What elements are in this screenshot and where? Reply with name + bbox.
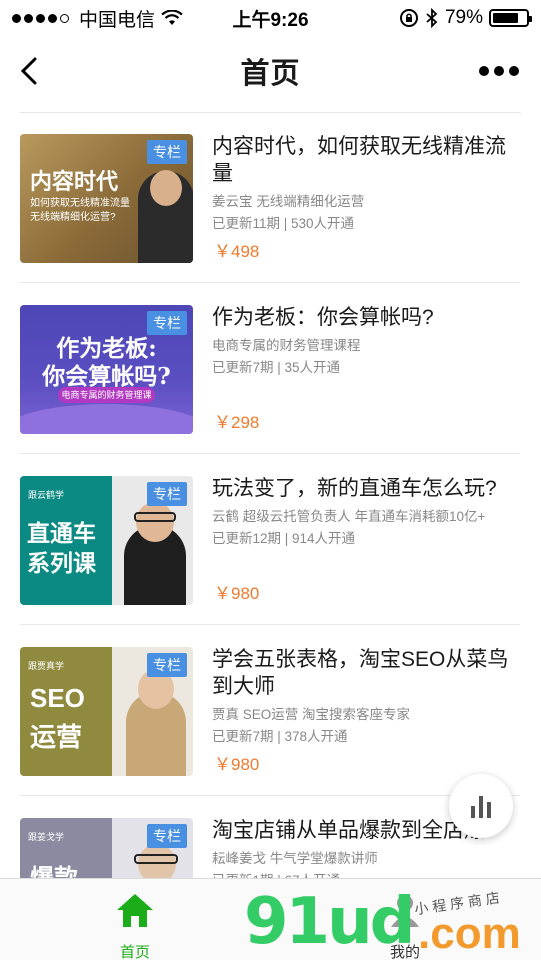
cover-line: 无线端精细化运营? — [30, 212, 116, 223]
course-meta: 已更新7期 | 35人开通 — [212, 360, 341, 375]
course-cover-image[interactable]: 跟贾真学 SEO 运营 专栏 — [20, 647, 193, 776]
watermark-text: 91ud — [244, 885, 415, 959]
column-tag-badge: 专栏 — [147, 140, 187, 164]
course-item[interactable]: 跟姜戈学 爆款 专栏 淘宝店铺从单品爆款到全店爆 耘峰姜戈 牛气学堂爆款讲师 已… — [20, 797, 520, 878]
battery-icon — [489, 9, 532, 27]
column-tag-badge: 专栏 — [147, 824, 187, 848]
course-subtitle: 云鹤 超级云托管负责人 年直通车消耗额10亿+ — [212, 509, 486, 524]
course-price: ￥298 — [214, 413, 260, 432]
cover-title: 你会算帐吗? — [42, 363, 171, 390]
course-meta: 已更新11期 | 530人开通 — [212, 216, 355, 231]
cover-band: 电商专属的财务管理课 — [58, 387, 155, 403]
course-cover-image[interactable]: 作为老板: 你会算帐吗? 电商专属的财务管理课 专栏 — [20, 305, 193, 434]
home-icon — [117, 894, 153, 927]
back-arrow-icon[interactable] — [16, 56, 46, 86]
watermark-domain: .com — [418, 909, 521, 958]
course-title[interactable]: 学会五张表格，淘宝SEO从菜鸟到大师 — [212, 646, 524, 700]
course-list[interactable]: 内容时代 如何获取无线精准流量 无线端精细化运营? 专栏 内容时代，如何获取无线… — [0, 113, 541, 878]
column-tag-badge: 专栏 — [147, 311, 187, 335]
course-title[interactable]: 玩法变了，新的直通车怎么玩? — [212, 475, 524, 502]
cover-label: 跟云鹤学 — [28, 490, 65, 500]
course-cover-image[interactable]: 跟姜戈学 爆款 专栏 — [20, 818, 193, 878]
cover-title: 直通车 — [27, 520, 96, 546]
watermark-logo: 91ud 小程序商店 .com — [244, 885, 541, 960]
course-item[interactable]: 作为老板: 你会算帐吗? 电商专属的财务管理课 专栏 作为老板：你会算帐吗? 电… — [20, 284, 520, 454]
status-bar: 中国电信 上午9:26 79% — [0, 0, 541, 36]
cover-title: 系列课 — [27, 550, 96, 576]
wifi-icon — [161, 10, 183, 25]
course-subtitle: 耘峰姜戈 牛气学堂爆款讲师 — [212, 851, 378, 866]
cover-line: 如何获取无线精准流量 — [30, 198, 130, 209]
course-meta: 已更新1期 | 67人开通 — [212, 869, 340, 878]
course-subtitle: 贾真 SEO运营 淘宝搜索客座专家 — [212, 707, 411, 722]
rotation-lock-icon — [399, 9, 418, 27]
cover-title: 运营 — [30, 722, 83, 752]
clock: 上午9:26 — [232, 9, 309, 31]
course-price: ￥980 — [214, 584, 260, 603]
battery-percentage: 79% — [444, 7, 483, 28]
navigation-bar: 首页 — [0, 36, 541, 106]
signal-strength-icon — [12, 13, 69, 23]
cover-label: 跟姜戈学 — [28, 832, 65, 842]
course-title[interactable]: 内容时代，如何获取无线精准流量 — [212, 133, 524, 187]
course-price: ￥498 — [214, 242, 260, 261]
more-options-icon[interactable] — [479, 66, 519, 76]
page-title: 首页 — [240, 58, 301, 90]
cover-title: 爆款 — [30, 858, 78, 878]
course-meta: 已更新7期 | 378人开通 — [212, 729, 348, 744]
cover-title: 内容时代 — [30, 169, 119, 194]
course-subtitle: 电商专属的财务管理课程 — [212, 338, 361, 353]
course-item[interactable]: 内容时代 如何获取无线精准流量 无线端精细化运营? 专栏 内容时代，如何获取无线… — [20, 113, 520, 283]
tab-label: 首页 — [119, 944, 150, 960]
course-item[interactable]: 跟云鹤学 直通车 系列课 专栏 玩法变了，新的直通车怎么玩? 云鹤 超级云托管负… — [20, 455, 520, 625]
cover-label: 跟贾真学 — [28, 661, 65, 671]
stats-float-button[interactable] — [449, 774, 513, 838]
course-cover-image[interactable]: 跟云鹤学 直通车 系列课 专栏 — [20, 476, 193, 605]
course-subtitle: 姜云宝 无线端精细化运营 — [212, 194, 365, 209]
column-tag-badge: 专栏 — [147, 482, 187, 506]
carrier-label: 中国电信 — [79, 9, 156, 31]
column-tag-badge: 专栏 — [147, 653, 187, 677]
course-price: ￥980 — [214, 755, 260, 774]
course-cover-image[interactable]: 内容时代 如何获取无线精准流量 无线端精细化运营? 专栏 — [20, 134, 193, 263]
bluetooth-icon — [426, 8, 438, 28]
tab-home[interactable]: 首页 — [85, 879, 185, 960]
cover-title: SEO — [30, 683, 85, 713]
course-title[interactable]: 作为老板：你会算帐吗? — [212, 304, 524, 331]
course-meta: 已更新12期 | 914人开通 — [212, 531, 356, 546]
course-item[interactable]: 跟贾真学 SEO 运营 专栏 学会五张表格，淘宝SEO从菜鸟到大师 贾真 SEO… — [20, 626, 520, 796]
